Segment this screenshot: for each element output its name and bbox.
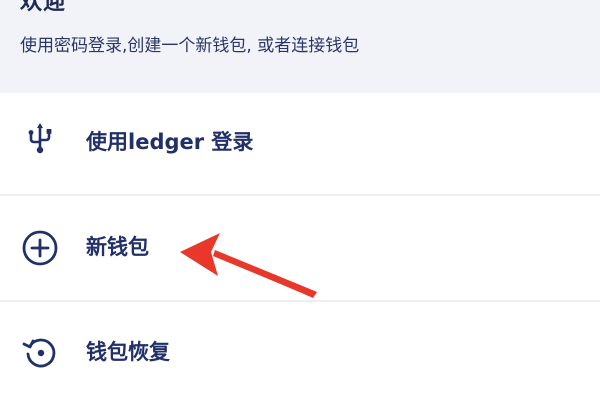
- plus-circle-icon: [20, 228, 60, 268]
- new-wallet-label: 新钱包: [86, 235, 149, 259]
- wallet-restore-item[interactable]: 钱包恢复: [0, 302, 600, 400]
- restore-icon: [20, 332, 60, 372]
- welcome-screen: 欢迎 使用密码登录,创建一个新钱包, 或者连接钱包 使用ledger 登录 新钱…: [0, 0, 600, 400]
- page-title: 欢迎: [20, 0, 67, 15]
- welcome-header: 欢迎 使用密码登录,创建一个新钱包, 或者连接钱包: [0, 0, 600, 93]
- page-subtitle: 使用密码登录,创建一个新钱包, 或者连接钱包: [20, 36, 360, 56]
- wallet-restore-label: 钱包恢复: [86, 340, 170, 364]
- usb-icon: [20, 119, 60, 159]
- ledger-login-label: 使用ledger 登录: [86, 130, 254, 154]
- ledger-login-item[interactable]: 使用ledger 登录: [0, 93, 600, 194]
- new-wallet-item[interactable]: 新钱包: [0, 196, 600, 300]
